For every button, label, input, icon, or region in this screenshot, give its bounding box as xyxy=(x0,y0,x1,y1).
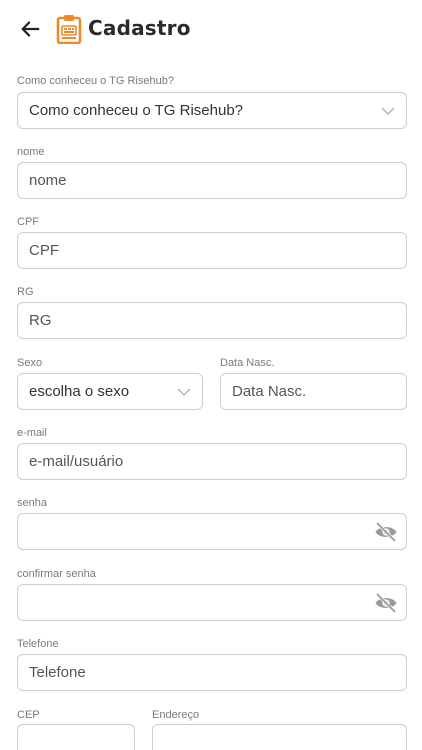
cep-field-box[interactable] xyxy=(17,724,135,750)
sexo-label: Sexo xyxy=(17,357,43,369)
rg-field-box xyxy=(17,302,407,339)
data-nasc-input[interactable] xyxy=(232,383,406,400)
sexo-select[interactable]: escolha o sexo xyxy=(17,373,203,410)
email-field-box xyxy=(17,443,407,480)
page-title: Cadastro xyxy=(88,16,191,40)
como-conheceu-value: Como conheceu o TG Risehub? xyxy=(29,102,244,119)
telefone-input[interactable] xyxy=(29,664,406,681)
back-button[interactable] xyxy=(16,15,44,43)
sexo-value: escolha o sexo xyxy=(29,383,130,400)
rg-label: RG xyxy=(17,286,34,298)
clipboard-logo-icon xyxy=(56,15,82,44)
nome-field-box xyxy=(17,162,407,199)
email-input[interactable] xyxy=(29,453,406,470)
chevron-down-icon xyxy=(177,388,191,397)
senha-input[interactable] xyxy=(29,523,359,540)
arrow-left-icon xyxy=(21,21,40,37)
chevron-down-icon xyxy=(381,107,395,116)
cpf-input[interactable] xyxy=(29,242,406,259)
rg-input[interactable] xyxy=(29,312,406,329)
como-conheceu-label: Como conheceu o TG Risehub? xyxy=(17,75,174,87)
senha-label: senha xyxy=(17,497,47,509)
confirmar-senha-label: confirmar senha xyxy=(17,568,96,580)
cep-label: CEP xyxy=(17,709,40,721)
cpf-label: CPF xyxy=(17,216,39,228)
telefone-label: Telefone xyxy=(17,638,59,650)
endereco-field-box[interactable] xyxy=(152,724,407,750)
confirmar-senha-field-box xyxy=(17,584,407,621)
confirmar-senha-input[interactable] xyxy=(29,594,359,611)
app-header: Cadastro xyxy=(0,0,422,60)
nome-label: nome xyxy=(17,146,45,158)
data-nasc-field-box xyxy=(220,373,407,410)
nome-input[interactable] xyxy=(29,172,406,189)
data-nasc-label: Data Nasc. xyxy=(220,357,275,369)
eye-off-icon[interactable] xyxy=(374,521,398,543)
telefone-field-box xyxy=(17,654,407,691)
eye-off-icon[interactable] xyxy=(374,592,398,614)
email-label: e-mail xyxy=(17,427,47,439)
endereco-label: Endereço xyxy=(152,709,200,721)
cpf-field-box xyxy=(17,232,407,269)
como-conheceu-select[interactable]: Como conheceu o TG Risehub? xyxy=(17,92,407,129)
senha-field-box xyxy=(17,513,407,550)
